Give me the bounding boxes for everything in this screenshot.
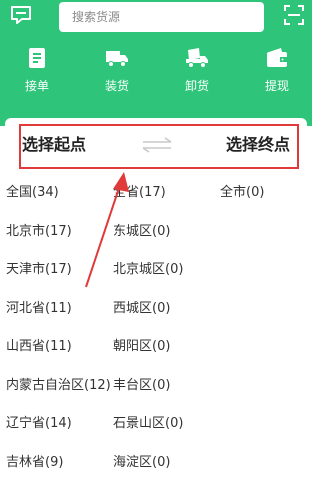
city-list: 全市(0) bbox=[220, 184, 308, 223]
list-item-district[interactable]: 东城区(0) bbox=[113, 223, 217, 262]
nav-unload[interactable]: 卸货 bbox=[169, 46, 225, 100]
nav-label-accept-order: 接单 bbox=[24, 79, 49, 93]
list-item-province[interactable]: 内蒙古自治区(12) bbox=[6, 377, 111, 416]
list-item-province[interactable]: 辽宁省(14) bbox=[6, 415, 110, 454]
select-origin-button[interactable]: 选择起点 bbox=[22, 134, 86, 156]
list-item-province[interactable]: 山西省(11) bbox=[6, 338, 110, 377]
search-input[interactable]: 搜索货源 bbox=[59, 2, 264, 32]
nav-accept-order[interactable]: 接单 bbox=[9, 46, 65, 100]
truck-icon bbox=[106, 51, 128, 67]
list-item-district[interactable]: 朝阳区(0) bbox=[113, 338, 217, 377]
wallet-icon bbox=[267, 48, 287, 67]
search-placeholder: 搜索货源 bbox=[72, 10, 121, 24]
list-item-province[interactable]: 全国(34) bbox=[6, 184, 110, 223]
list-item-city[interactable]: 全市(0) bbox=[220, 184, 308, 223]
swap-icon[interactable] bbox=[141, 137, 173, 153]
list-item-province[interactable]: 天津市(17) bbox=[6, 261, 110, 300]
nav-label-unload: 卸货 bbox=[184, 79, 209, 93]
list-item-district[interactable]: 海淀区(0) bbox=[113, 454, 217, 483]
message-icon[interactable] bbox=[10, 5, 32, 25]
list-item-district[interactable]: 全省(17) bbox=[113, 184, 217, 223]
top-header: 搜索货源 接单 装货 卸货 提现 bbox=[0, 0, 312, 126]
list-item-district[interactable]: 石景山区(0) bbox=[113, 415, 217, 454]
nav-label-withdraw: 提现 bbox=[264, 79, 289, 93]
list-item-district[interactable]: 北京城区(0) bbox=[113, 261, 217, 300]
nav-load[interactable]: 装货 bbox=[89, 46, 145, 100]
district-list: 全省(17) 东城区(0) 北京城区(0) 西城区(0) 朝阳区(0) 丰台区(… bbox=[113, 184, 217, 483]
scan-icon[interactable] bbox=[284, 5, 304, 25]
list-item-district[interactable]: 西城区(0) bbox=[113, 300, 217, 339]
unload-truck-icon bbox=[186, 48, 208, 68]
select-destination-button[interactable]: 选择终点 bbox=[226, 134, 290, 156]
list-item-district[interactable]: 丰台区(0) bbox=[113, 377, 217, 416]
clipboard-icon bbox=[29, 48, 45, 68]
list-item-province[interactable]: 北京市(17) bbox=[6, 223, 110, 262]
nav-withdraw[interactable]: 提现 bbox=[249, 46, 305, 100]
nav-label-load: 装货 bbox=[104, 79, 129, 93]
list-item-province[interactable]: 河北省(11) bbox=[6, 300, 110, 339]
list-item-province[interactable]: 吉林省(9) bbox=[6, 454, 110, 483]
province-list: 全国(34) 北京市(17) 天津市(17) 河北省(11) 山西省(11) 内… bbox=[6, 184, 111, 483]
